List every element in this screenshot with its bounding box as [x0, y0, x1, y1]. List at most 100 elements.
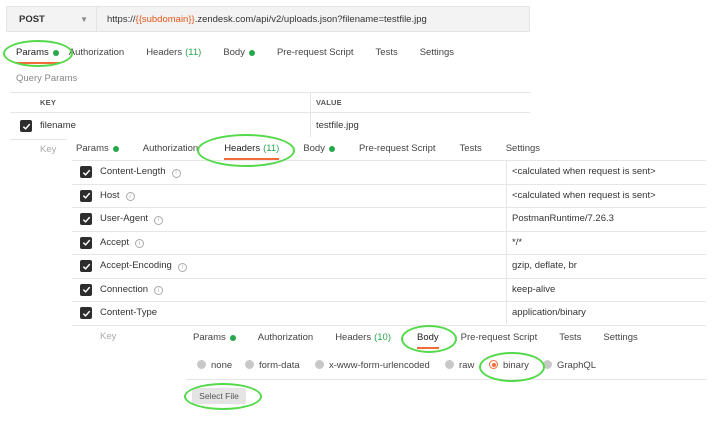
header-key[interactable]: Connection i	[100, 283, 164, 295]
key-placeholder-input[interactable]: Key	[100, 331, 116, 342]
radio-graphql[interactable]: GraphQL	[543, 360, 596, 371]
header-key-label: Accept	[100, 236, 130, 248]
tab-params-label: Params	[16, 47, 49, 58]
tab-pre-request-script[interactable]: Pre-request Script	[359, 143, 436, 154]
tab-tests[interactable]: Tests	[376, 47, 398, 58]
key-placeholder-input[interactable]: Key	[40, 144, 56, 155]
tab-body-label: Body	[303, 143, 325, 154]
active-dot-icon	[328, 145, 335, 152]
active-dot-icon	[229, 334, 236, 341]
tab-authorization[interactable]: Authorization	[143, 143, 198, 154]
info-icon[interactable]: i	[171, 168, 181, 178]
radio-binary[interactable]: binary	[489, 360, 529, 371]
header-key[interactable]: User-Agent i	[100, 213, 164, 225]
tab-authorization[interactable]: Authorization	[69, 47, 124, 58]
tab-params[interactable]: Params	[76, 143, 119, 154]
row-checkbox[interactable]	[80, 236, 92, 249]
tab-settings[interactable]: Settings	[506, 143, 540, 154]
tab-settings[interactable]: Settings	[603, 332, 637, 343]
tab-settings-label: Settings	[505, 143, 541, 154]
param-key[interactable]: filename	[40, 120, 76, 131]
tab-body[interactable]: Body	[223, 47, 255, 58]
select-file-button[interactable]: Select File	[192, 388, 246, 404]
radio-none[interactable]: none	[197, 360, 232, 371]
column-divider	[310, 92, 311, 140]
column-divider	[506, 160, 507, 324]
header-key[interactable]: Accept-Encoding i	[100, 260, 187, 272]
column-header-value: VALUE	[316, 98, 342, 107]
radio-x-www-form-urlencoded[interactable]: x-www-form-urlencoded	[315, 360, 430, 371]
tab-pre-request-script[interactable]: Pre-request Script	[277, 47, 354, 58]
radio-icon	[197, 360, 206, 369]
radio-label: x-www-form-urlencoded	[329, 360, 430, 371]
row-checkbox[interactable]	[80, 189, 92, 202]
tab-headers[interactable]: Headers (11)	[224, 143, 280, 160]
tab-authorization-label: Authorization	[68, 47, 125, 58]
header-value[interactable]: <calculated when request is sent>	[512, 166, 656, 177]
info-icon[interactable]: i	[154, 215, 164, 225]
header-value[interactable]: <calculated when request is sent>	[512, 190, 656, 201]
header-value[interactable]: application/binary	[512, 307, 586, 318]
tab-tests[interactable]: Tests	[460, 143, 482, 154]
info-icon[interactable]: i	[177, 262, 187, 272]
tab-pre-request-script[interactable]: Pre-request Script	[461, 332, 538, 343]
tab-authorization-label: Authorization	[142, 143, 199, 154]
checkmark-icon	[82, 169, 90, 176]
tab-settings-label: Settings	[419, 47, 455, 58]
tab-params-label: Params	[193, 332, 226, 343]
radio-icon	[315, 360, 324, 369]
tab-headers[interactable]: Headers (11)	[146, 47, 201, 58]
tab-settings[interactable]: Settings	[420, 47, 454, 58]
method-select[interactable]: POST ▼	[7, 7, 97, 31]
header-key[interactable]: Content-Length i	[100, 166, 181, 178]
row-checkbox[interactable]	[80, 260, 92, 272]
url-variable: {{subdomain}}	[135, 13, 195, 25]
header-key[interactable]: Host i	[100, 190, 135, 201]
header-key-label: Connection	[100, 283, 149, 295]
tab-params[interactable]: Params	[193, 332, 236, 343]
row-checkbox[interactable]	[80, 283, 92, 296]
row-checkbox[interactable]	[20, 120, 32, 132]
headers-count: (11)	[185, 47, 202, 58]
tab-body-label: Body	[223, 47, 245, 58]
header-key[interactable]: Content-Type	[100, 307, 157, 318]
row-checkbox[interactable]	[80, 213, 92, 225]
header-key-label: Content-Type	[100, 307, 158, 318]
active-tab-indicator	[16, 62, 59, 64]
chevron-down-icon: ▼	[80, 14, 88, 24]
tab-headers-label: Headers	[224, 143, 261, 154]
row-checkbox[interactable]	[80, 307, 92, 319]
tab-params[interactable]: Params	[16, 47, 59, 64]
header-key-label: Accept-Encoding	[100, 260, 172, 271]
header-value[interactable]: PostmanRuntime/7.26.3	[512, 213, 614, 224]
row-checkbox[interactable]	[80, 166, 92, 178]
tab-params-label: Params	[76, 143, 109, 154]
tab-tests[interactable]: Tests	[559, 332, 581, 343]
tab-headers[interactable]: Headers (10)	[335, 332, 391, 343]
tab-body[interactable]: Body	[303, 143, 335, 154]
radio-form-data[interactable]: form-data	[245, 360, 300, 371]
info-icon[interactable]: i	[154, 286, 164, 295]
request-url-bar: POST ▼ https://{{subdomain}}.zendesk.com…	[6, 6, 530, 32]
checkmark-icon	[82, 239, 90, 246]
header-value[interactable]: */*	[512, 237, 522, 248]
header-key[interactable]: Accept i	[100, 236, 145, 248]
radio-raw[interactable]: raw	[445, 360, 474, 371]
header-value[interactable]: keep-alive	[512, 284, 555, 295]
table-divider	[72, 230, 706, 232]
tab-authorization-label: Authorization	[257, 332, 314, 343]
header-value[interactable]: gzip, deflate, br	[512, 260, 577, 271]
tab-body[interactable]: Body	[417, 332, 439, 349]
request-tabs-params-view: Params Authorization Headers (11) Body Pr…	[16, 47, 454, 64]
tab-authorization[interactable]: Authorization	[258, 332, 313, 343]
checkmark-icon	[82, 216, 90, 223]
info-icon[interactable]: i	[125, 192, 135, 201]
url-input[interactable]: https://{{subdomain}}.zendesk.com/api/v2…	[97, 14, 427, 25]
active-tab-indicator	[417, 347, 439, 349]
checkmark-icon	[82, 310, 90, 317]
tab-tests-label: Tests	[559, 332, 582, 343]
tab-headers-label: Headers	[146, 47, 183, 58]
radio-label: GraphQL	[557, 360, 597, 371]
info-icon[interactable]: i	[135, 239, 145, 248]
param-value[interactable]: testfile.jpg	[316, 120, 359, 131]
